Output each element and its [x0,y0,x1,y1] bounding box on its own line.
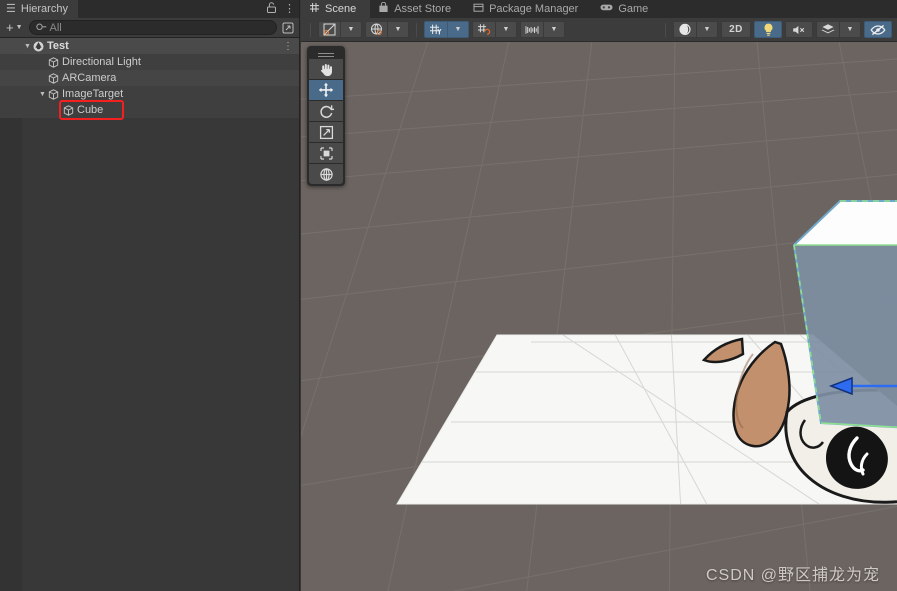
effects-group[interactable]: ▼ [816,21,861,38]
hierarchy-panel: ☰ Hierarchy ⋮ + ▼ All ▼ Test ⋮ Direction… [0,0,300,591]
speaker-muted-icon[interactable] [785,21,813,38]
expand-arrow[interactable]: ▼ [22,43,33,50]
grid-snap-dropdown[interactable]: ▼ [447,21,469,38]
shading-mode-dropdown[interactable]: ▼ [696,21,718,38]
shading-mode-group[interactable]: ▼ [673,21,718,38]
tab-package-manager[interactable]: Package Manager [465,0,592,18]
ruler-group[interactable]: ▼ [520,21,565,38]
package-box-icon [473,2,484,16]
hierarchy-row-arcamera[interactable]: ARCamera [0,70,299,86]
search-input[interactable]: All [28,20,277,35]
hierarchy-tree: ▼ Test ⋮ Directional Light ARCamera ▼ ImageTar… [0,38,299,591]
handle-space-dropdown[interactable]: ▼ [387,21,409,38]
tab-label: Package Manager [489,3,579,15]
tab-asset-store[interactable]: Asset Store [370,0,465,18]
shopping-bag-icon [378,1,389,16]
plus-icon: + [6,20,14,35]
gameobject-cube-icon [63,104,74,116]
unity-scene-icon [33,41,44,52]
create-gameobject-button[interactable]: + ▼ [3,21,26,34]
tab-scene[interactable]: Scene [301,0,371,18]
tab-hierarchy[interactable]: ☰ Hierarchy [0,0,78,18]
hand-tool-icon[interactable] [309,59,343,79]
view-2d-toggle[interactable]: 2D [721,21,751,38]
shaded-sphere-icon[interactable] [673,21,696,38]
row-kebab-menu-icon[interactable]: ⋮ [283,41,293,52]
gamepad-icon [600,3,613,15]
gameobject-cube-icon [48,56,59,68]
hierarchy-row-test[interactable]: ▼ Test ⋮ [0,38,299,54]
tab-label: Scene [325,3,357,15]
scene-tabbar: Scene Asset Store Package Manager Game [301,0,897,18]
ruler-icon[interactable] [520,21,543,38]
fx-layers-icon[interactable] [816,21,839,38]
grid-snap-group[interactable]: ▼ [424,21,469,38]
tab-label: Asset Store [394,3,452,15]
scene-toolbar: ▼ ▼ ▼ ▼ ▼ ▼ 2D ▼ [301,18,897,42]
scene-panel: Scene Asset Store Package Manager Game ▼ [301,0,897,591]
move-tool-icon[interactable] [309,80,343,100]
hierarchy-kebab-menu-icon[interactable]: ⋮ [284,3,295,15]
ruler-dropdown[interactable]: ▼ [543,21,565,38]
search-placeholder-text: All [49,21,62,34]
grid-snap-icon[interactable] [472,21,495,38]
tab-hierarchy-label: Hierarchy [20,3,68,15]
hierarchy-gutter [0,38,22,591]
search-icon [34,20,48,34]
gameobject-cube-icon [48,88,59,100]
snap-increment-group[interactable]: ▼ [472,21,517,38]
toolbar-divider [310,22,311,37]
scene-viewport[interactable]: CSDN @野区捕龙为宠 [301,42,897,591]
grid-hash-icon [309,2,320,16]
transform-tool-icon[interactable] [309,164,343,184]
row-label: ImageTarget [62,87,124,100]
global-globe-icon[interactable] [365,21,387,38]
handle-space-group[interactable]: ▼ [365,21,409,38]
eye-crossed-icon[interactable] [864,21,892,38]
lock-open-icon[interactable] [267,2,276,16]
rotate-tool-icon[interactable] [309,101,343,121]
snap-increment-dropdown[interactable]: ▼ [495,21,517,38]
unity-editor-window: ☰ Hierarchy ⋮ + ▼ All ▼ Test ⋮ Direction… [0,0,897,591]
grid-axis-y-icon[interactable] [424,21,447,38]
palette-drag-handle[interactable] [309,48,343,58]
tab-label: Game [618,3,649,15]
hierarchy-tabbar: ☰ Hierarchy ⋮ [0,0,299,18]
effects-dropdown[interactable]: ▼ [839,21,861,38]
hierarchy-row-list: ▼ Test ⋮ Directional Light ARCamera ▼ ImageTar… [0,38,299,118]
scene-tool-palette[interactable] [307,46,345,186]
scene-3d-render [301,42,897,591]
pivot-mode-dropdown[interactable]: ▼ [340,21,362,38]
row-label: Directional Light [62,55,141,68]
gameobject-cube-icon [48,72,59,84]
row-label: Cube [77,103,104,116]
toolbar-divider-3 [665,22,666,37]
toolbar-divider-2 [416,22,417,37]
rect-tool-icon[interactable] [309,143,343,163]
tab-game[interactable]: Game [592,0,662,18]
hierarchy-toolbar: + ▼ All [0,18,299,38]
hierarchy-row-imagetarget[interactable]: ▼ ImageTarget [0,86,299,102]
scene-visibility-icon[interactable] [280,20,296,36]
lightbulb-icon[interactable] [754,21,782,38]
row-label: ARCamera [62,71,117,84]
hierarchy-list-icon: ☰ [6,2,16,15]
pivot-mode-group[interactable]: ▼ [318,21,362,38]
csdn-watermark: CSDN @野区捕龙为宠 [705,567,880,584]
row-label: Test [47,39,69,52]
scale-tool-icon[interactable] [309,122,343,142]
hierarchy-row-directional-light[interactable]: Directional Light [0,54,299,70]
expand-arrow[interactable]: ▼ [37,91,48,98]
chevron-down-icon: ▼ [15,24,23,31]
pivot-center-icon[interactable] [318,21,340,38]
hierarchy-row-cube[interactable]: Cube [0,102,299,118]
view-2d-label: 2D [729,24,743,35]
